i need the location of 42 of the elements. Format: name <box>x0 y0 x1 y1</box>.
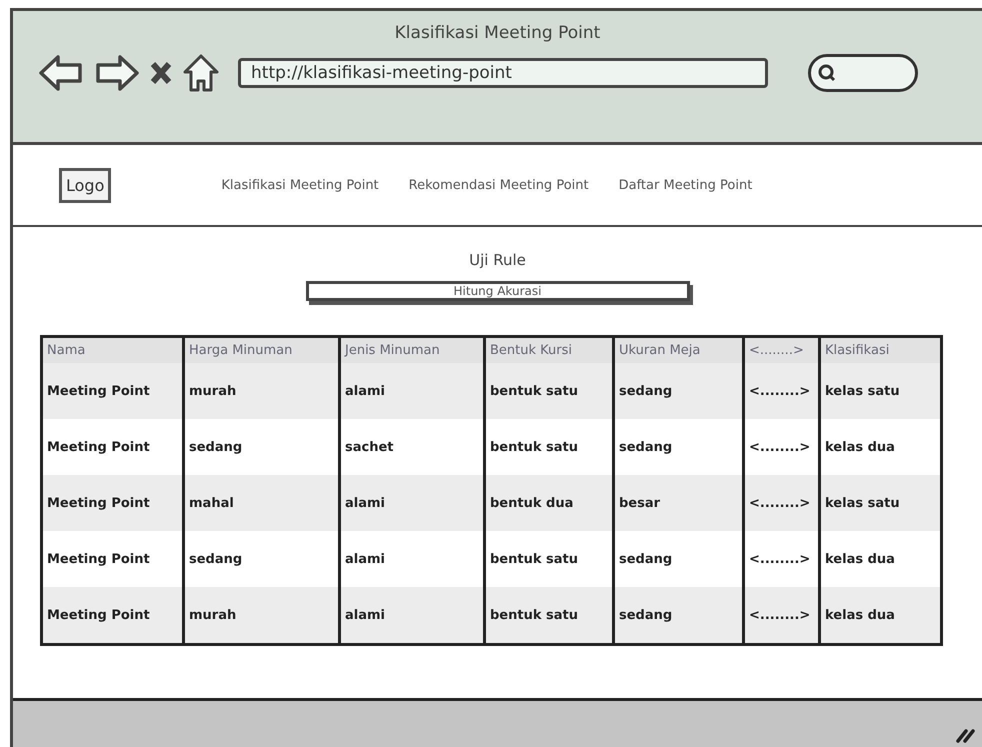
column-header: Ukuran Meja <box>614 336 744 363</box>
nav-link[interactable]: Daftar Meeting Point <box>618 178 752 192</box>
logo[interactable]: Logo <box>59 168 112 202</box>
table-cell: alami <box>340 587 484 644</box>
table-cell: besar <box>614 475 744 531</box>
table-cell: Meeting Point <box>42 475 184 531</box>
column-header: Klasifikasi <box>820 336 942 363</box>
page-heading: Uji Rule <box>469 251 526 269</box>
table-cell: <........> <box>744 475 820 531</box>
close-icon[interactable] <box>150 61 172 85</box>
table-cell: alami <box>340 475 484 531</box>
column-header: Bentuk Kursi <box>484 336 614 363</box>
table-cell: bentuk dua <box>484 475 614 531</box>
table-cell: Meeting Point <box>42 587 184 644</box>
search-icon <box>817 63 837 83</box>
table-cell: mahal <box>184 475 340 531</box>
nav-link[interactable]: Klasifikasi Meeting Point <box>221 178 379 192</box>
window-title: Klasifikasi Meeting Point <box>394 23 600 43</box>
table-cell: <........> <box>744 587 820 644</box>
table-cell: bentuk satu <box>484 363 614 419</box>
resize-grip-icon[interactable] <box>956 727 976 743</box>
table-cell: alami <box>340 363 484 419</box>
back-icon[interactable] <box>38 54 84 92</box>
column-header: <........> <box>744 336 820 363</box>
table-cell: murah <box>184 587 340 644</box>
table-cell: bentuk satu <box>484 587 614 644</box>
forward-icon[interactable] <box>94 54 140 92</box>
table-cell: Meeting Point <box>42 363 184 419</box>
table-cell: murah <box>184 363 340 419</box>
table-cell: kelas satu <box>820 363 942 419</box>
table-cell: kelas dua <box>820 587 942 644</box>
nav-link[interactable]: Rekomendasi Meeting Point <box>408 178 589 192</box>
column-header: Jenis Minuman <box>340 336 484 363</box>
table-cell: kelas satu <box>820 475 942 531</box>
home-icon[interactable] <box>182 53 220 93</box>
address-field[interactable]: http://klasifikasi-meeting-point <box>238 58 768 88</box>
table-cell: sedang <box>614 363 744 419</box>
table-cell: sedang <box>614 587 744 644</box>
column-header: Nama <box>42 336 184 363</box>
search-field[interactable] <box>808 54 918 92</box>
table-cell: <........> <box>744 363 820 419</box>
column-header: Harga Minuman <box>184 336 340 363</box>
